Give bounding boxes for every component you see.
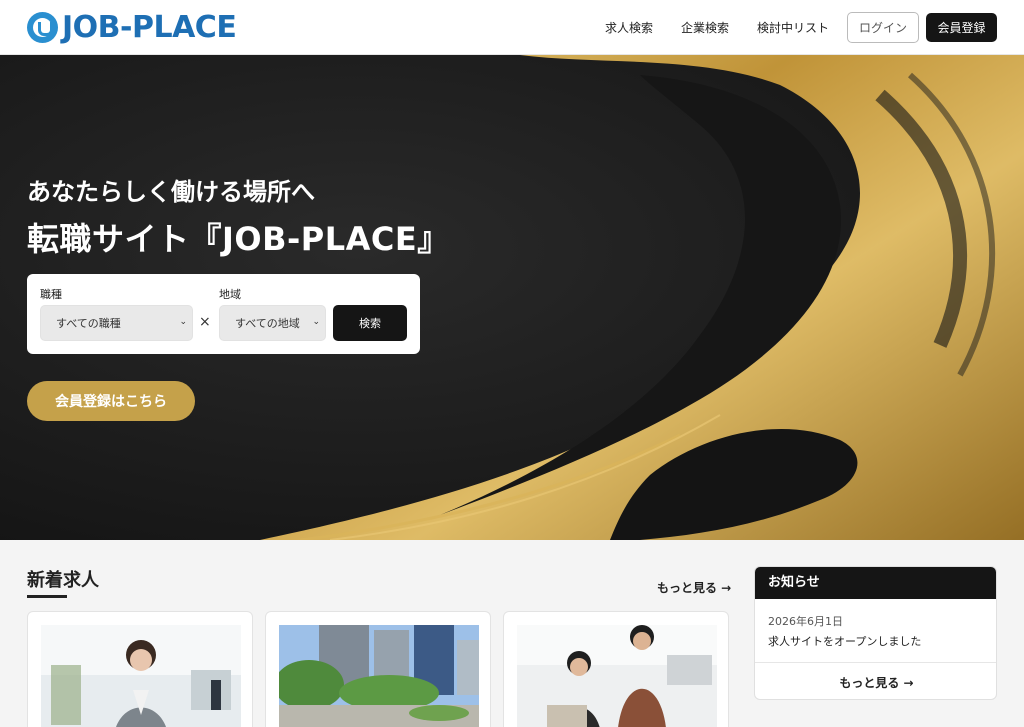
section-underline (27, 595, 67, 598)
nav-saved-list[interactable]: 検討中リスト (757, 19, 829, 36)
job-type-select[interactable]: すべての職種 ⌄ (40, 305, 193, 341)
site-header: JOB-PLACE 求人検索 企業検索 検討中リスト ログイン 会員登録 (0, 0, 1024, 55)
nav-company-search[interactable]: 企業検索 (681, 19, 729, 36)
hero-headline: あなたらしく働ける場所へ (27, 178, 315, 206)
register-button[interactable]: 会員登録 (926, 13, 997, 42)
job-card[interactable] (27, 611, 253, 727)
register-cta-button[interactable]: 会員登録はこちら (27, 381, 195, 421)
search-button[interactable]: 検索 (333, 305, 407, 341)
job-type-label: 職種 (40, 288, 62, 301)
logo-icon (27, 12, 58, 43)
job-card-image-city-buildings (279, 625, 479, 727)
area-select[interactable]: すべての地域 ⌄ (219, 305, 326, 341)
site-logo[interactable]: JOB-PLACE (27, 10, 237, 45)
divider (755, 662, 996, 663)
job-card[interactable] (265, 611, 491, 727)
hero-banner: あなたらしく働ける場所へ 転職サイト『JOB-PLACE』 職種 すべての職種 … (0, 55, 1024, 540)
news-title: お知らせ (755, 567, 996, 599)
area-label: 地域 (219, 288, 241, 301)
job-card-image-team-meeting (517, 625, 717, 727)
logo-text: JOB-PLACE (62, 10, 237, 45)
hero-title: 転職サイト『JOB-PLACE』 (27, 220, 450, 258)
area-value: すべての地域 (235, 317, 300, 330)
job-type-value: すべての職種 (56, 317, 121, 330)
news-more-link[interactable]: もっと見る → (755, 674, 996, 691)
news-item-link[interactable]: 求人サイトをオープンしました (768, 633, 921, 649)
job-card-image-office-woman (41, 625, 241, 727)
section-title-new-jobs: 新着求人 (27, 570, 99, 591)
chevron-down-icon: ⌄ (312, 317, 320, 327)
jobs-more-link[interactable]: もっと見る → (657, 579, 731, 596)
login-button[interactable]: ログイン (847, 12, 919, 43)
news-panel: お知らせ 2026年6月1日 求人サイトをオープンしました もっと見る → (754, 566, 997, 700)
job-card[interactable] (503, 611, 729, 727)
news-date: 2026年6月1日 (768, 615, 843, 628)
nav-job-search[interactable]: 求人検索 (605, 19, 653, 36)
job-search-form: 職種 すべての職種 ⌄ × 地域 すべての地域 ⌄ 検索 (27, 274, 420, 354)
chevron-down-icon: ⌄ (179, 317, 187, 327)
times-icon: × (199, 314, 211, 330)
